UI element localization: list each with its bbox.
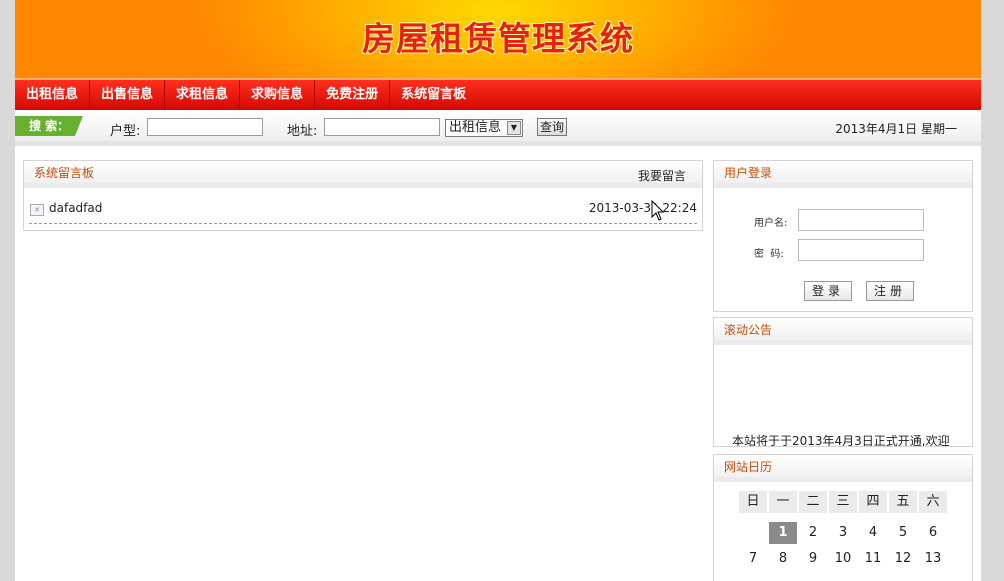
calendar-day[interactable]: 6 bbox=[919, 522, 947, 544]
site-title: 房屋租赁管理系统 bbox=[362, 19, 634, 58]
calendar-day[interactable]: 3 bbox=[829, 522, 857, 544]
nav-want-rent[interactable]: 求租信息 bbox=[165, 80, 241, 110]
calendar-day bbox=[739, 522, 767, 544]
calendar-weekday: 一 bbox=[769, 491, 797, 513]
header-banner: 房屋租赁管理系统 bbox=[15, 0, 981, 78]
message-board-title: 系统留言板 bbox=[24, 161, 702, 188]
nav-for-sale[interactable]: 出售信息 bbox=[90, 80, 166, 110]
username-label: 用户名: bbox=[754, 218, 788, 229]
login-title: 用户登录 bbox=[714, 161, 972, 188]
password-label: 密 码: bbox=[754, 249, 784, 260]
type-label: 户型: bbox=[110, 124, 141, 139]
calendar-weekday: 日 bbox=[739, 491, 767, 513]
scrolling-notice-text: 本站将于于2013年4月3日正式开通,欢迎 bbox=[732, 434, 950, 447]
nav-register[interactable]: 免费注册 bbox=[315, 80, 391, 110]
nav-message-board[interactable]: 系统留言板 bbox=[390, 80, 477, 110]
message-time: 2013-03-31 22:24 bbox=[588, 201, 697, 215]
notice-title: 滚动公告 bbox=[714, 318, 972, 345]
calendar-day[interactable]: 4 bbox=[859, 522, 887, 544]
search-bar: 搜 索： 户型: 地址: 出租信息 ▼ 查询 2013年4月1日 星期一 bbox=[15, 110, 981, 146]
message-board-panel: 系统留言板 我要留言 ✕ dafadfad 2013-03-31 22:24 bbox=[23, 160, 703, 231]
page: 房屋租赁管理系统 出租信息 出售信息 求租信息 求购信息 免费注册 系统留言板 … bbox=[15, 0, 981, 581]
calendar-day[interactable]: 7 bbox=[739, 548, 767, 570]
nav-want-buy[interactable]: 求购信息 bbox=[240, 80, 316, 110]
chevron-down-icon[interactable]: ▼ bbox=[507, 121, 521, 135]
password-field[interactable] bbox=[798, 239, 924, 261]
nav-rent-out[interactable]: 出租信息 bbox=[15, 80, 91, 110]
calendar-weekday: 四 bbox=[859, 491, 887, 513]
category-select[interactable]: 出租信息 ▼ bbox=[445, 119, 523, 137]
calendar-day[interactable]: 12 bbox=[889, 548, 917, 570]
leave-message-link[interactable]: 我要留言 bbox=[638, 167, 686, 184]
username-field[interactable] bbox=[798, 209, 924, 231]
address-label: 地址: bbox=[287, 124, 318, 139]
calendar-weekday: 三 bbox=[829, 491, 857, 513]
list-item[interactable]: ✕ dafadfad 2013-03-31 22:24 bbox=[29, 199, 697, 224]
calendar-day[interactable]: 11 bbox=[859, 548, 887, 570]
login-panel: 用户登录 用户名: 密 码: 登录 注册 bbox=[713, 160, 973, 312]
search-tag: 搜 索： bbox=[15, 116, 83, 136]
main-nav: 出租信息 出售信息 求租信息 求购信息 免费注册 系统留言板 bbox=[15, 78, 981, 110]
calendar-day[interactable]: 2 bbox=[799, 522, 827, 544]
calendar-weekday: 二 bbox=[799, 491, 827, 513]
calendar-day[interactable]: 10 bbox=[829, 548, 857, 570]
category-select-value: 出租信息 bbox=[449, 120, 502, 135]
login-button[interactable]: 登录 bbox=[804, 281, 852, 301]
calendar-day[interactable]: 5 bbox=[889, 522, 917, 544]
calendar-day-today[interactable]: 1 bbox=[769, 522, 797, 544]
address-input[interactable] bbox=[324, 118, 440, 136]
calendar-day[interactable]: 8 bbox=[769, 548, 797, 570]
current-date: 2013年4月1日 星期一 bbox=[835, 122, 957, 136]
mouse-cursor-icon bbox=[651, 200, 665, 221]
calendar-weekday: 六 bbox=[919, 491, 947, 513]
message-icon: ✕ bbox=[30, 204, 44, 216]
calendar-day[interactable]: 9 bbox=[799, 548, 827, 570]
calendar-panel: 网站日历 日 一 二 三 四 五 六 1 2 3 4 5 6 7 8 9 10 … bbox=[713, 454, 973, 581]
calendar-day[interactable]: 13 bbox=[919, 548, 947, 570]
calendar-weekday: 五 bbox=[889, 491, 917, 513]
calendar-title: 网站日历 bbox=[714, 455, 972, 482]
message-title[interactable]: dafadfad bbox=[49, 201, 102, 215]
type-input[interactable] bbox=[147, 118, 263, 136]
query-button[interactable]: 查询 bbox=[537, 118, 567, 136]
notice-panel: 滚动公告 本站将于于2013年4月3日正式开通,欢迎 bbox=[713, 317, 973, 447]
register-button[interactable]: 注册 bbox=[866, 281, 914, 301]
